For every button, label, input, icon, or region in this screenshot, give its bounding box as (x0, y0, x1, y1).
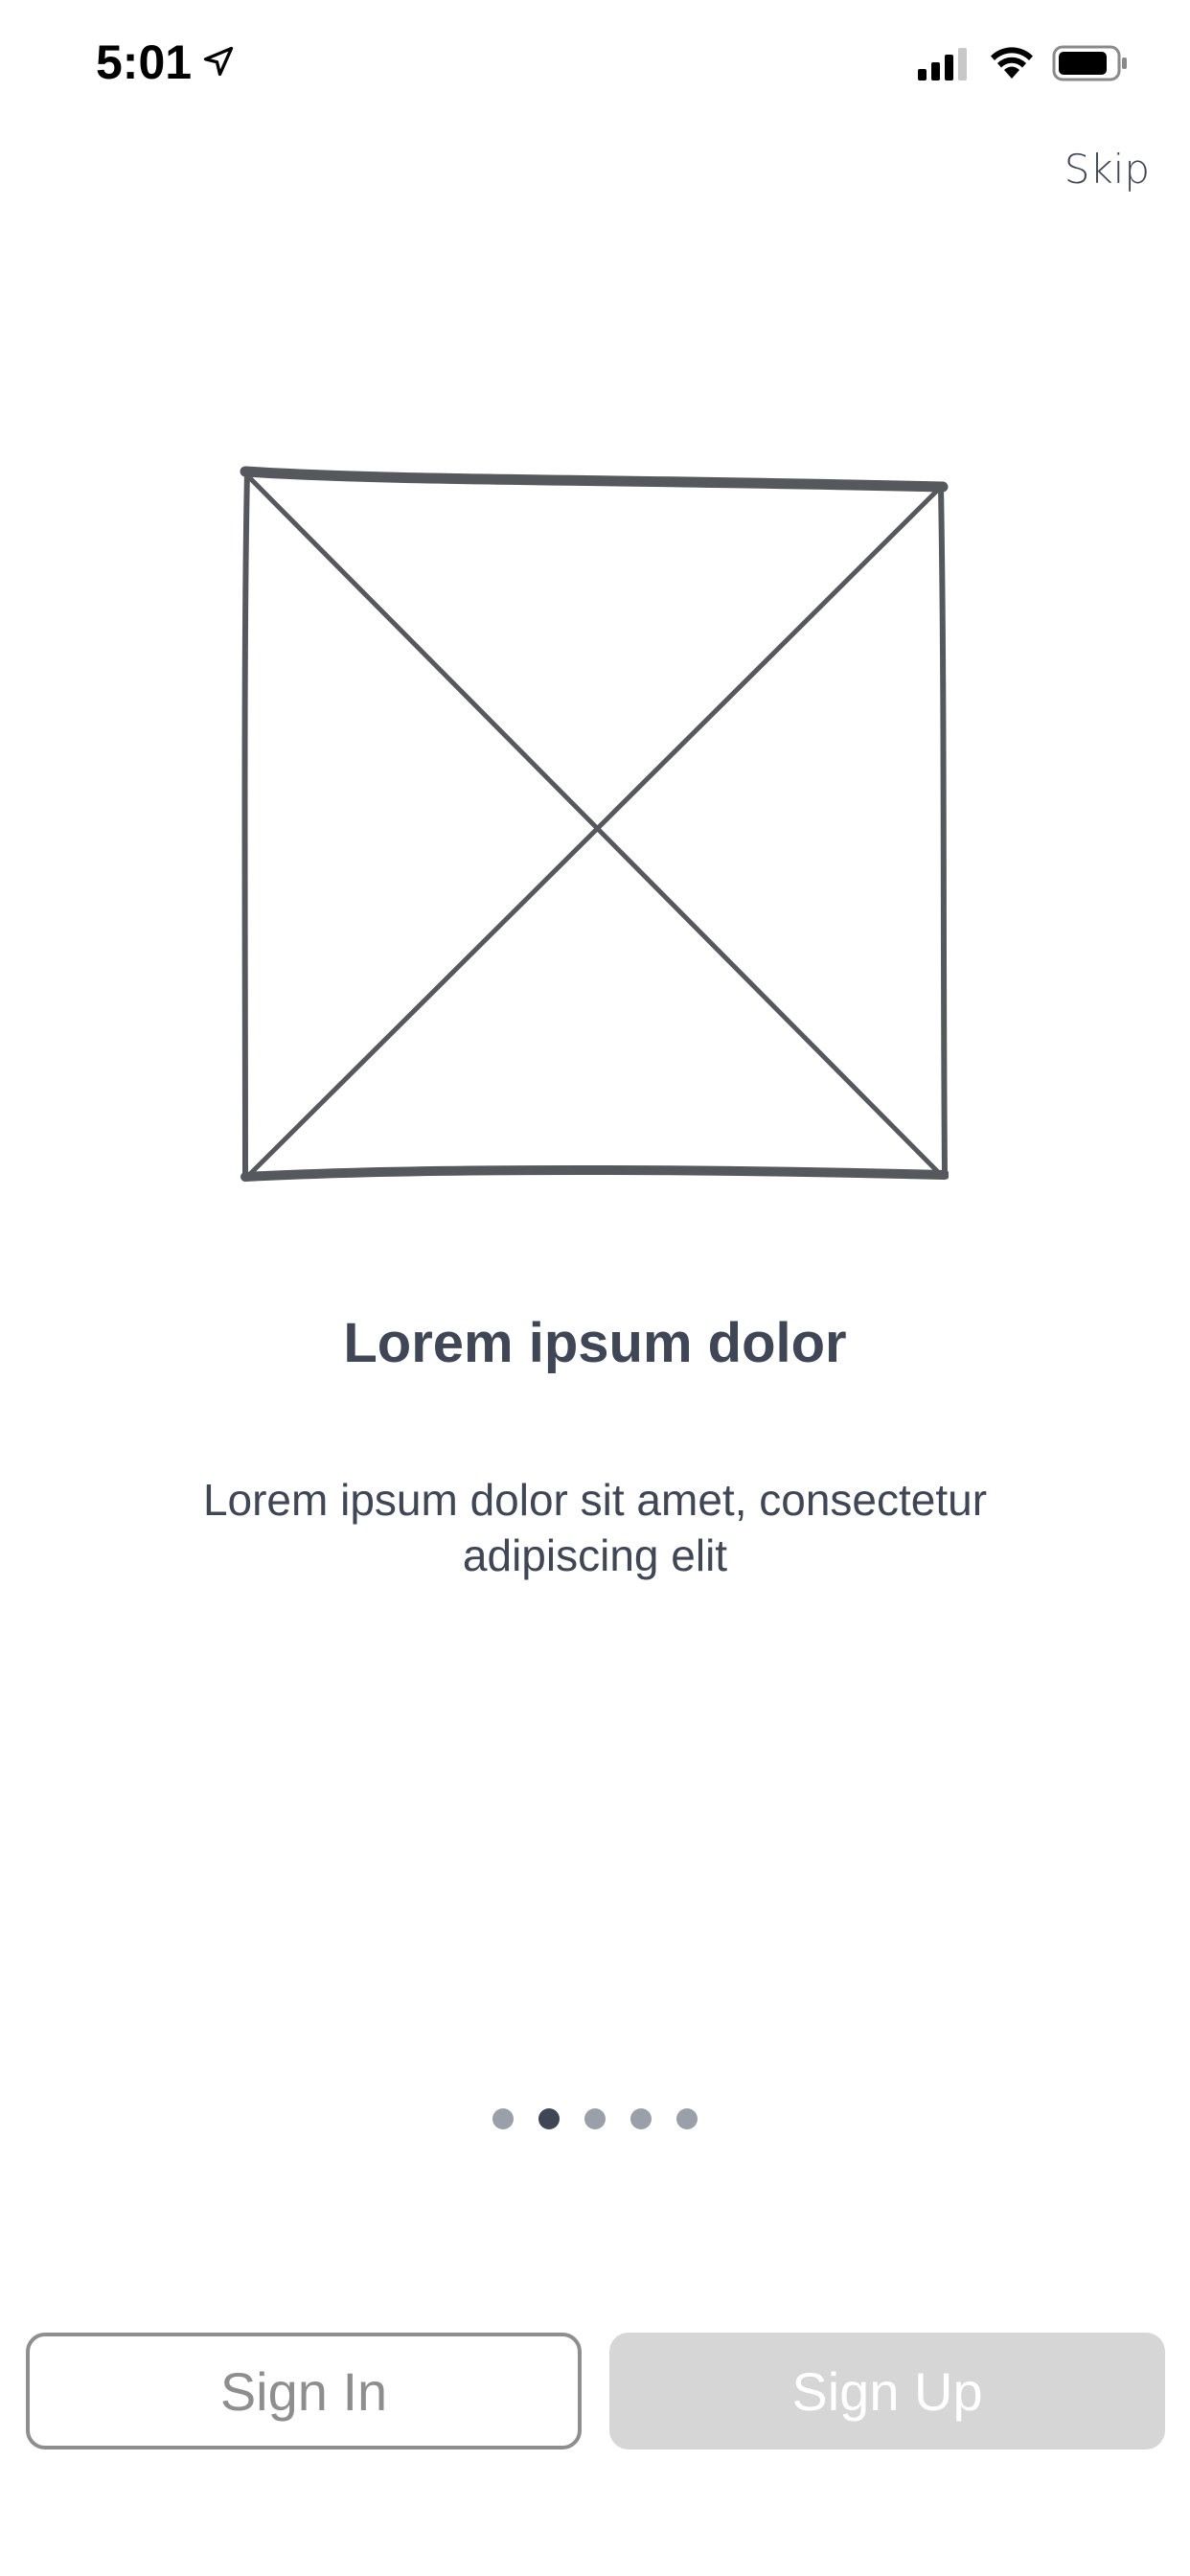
battery-icon (1052, 45, 1127, 81)
page-dot-2-active[interactable] (538, 2108, 560, 2129)
page-dot-4[interactable] (630, 2108, 652, 2129)
skip-button[interactable]: Skip (1064, 146, 1150, 193)
page-indicator (0, 2108, 1190, 2129)
onboarding-description: Lorem ipsum dolor sit amet, consectetur … (202, 1475, 988, 1580)
status-time: 5:01 (96, 35, 193, 89)
page-dot-5[interactable] (676, 2108, 698, 2129)
location-arrow-icon (203, 46, 234, 77)
image-placeholder-icon (240, 466, 949, 1182)
page-dot-1[interactable] (492, 2108, 514, 2129)
page-dot-3[interactable] (584, 2108, 606, 2129)
sign-up-label: Sign Up (791, 2360, 983, 2422)
sign-in-label: Sign In (219, 2360, 388, 2422)
wifi-icon (991, 47, 1033, 79)
sign-up-button[interactable]: Sign Up (609, 2333, 1165, 2450)
cellular-signal-icon (918, 48, 967, 80)
status-bar: 5:01 (0, 0, 1190, 129)
onboarding-title: Lorem ipsum dolor (343, 1312, 847, 1374)
sign-in-button[interactable]: Sign In (26, 2333, 582, 2450)
